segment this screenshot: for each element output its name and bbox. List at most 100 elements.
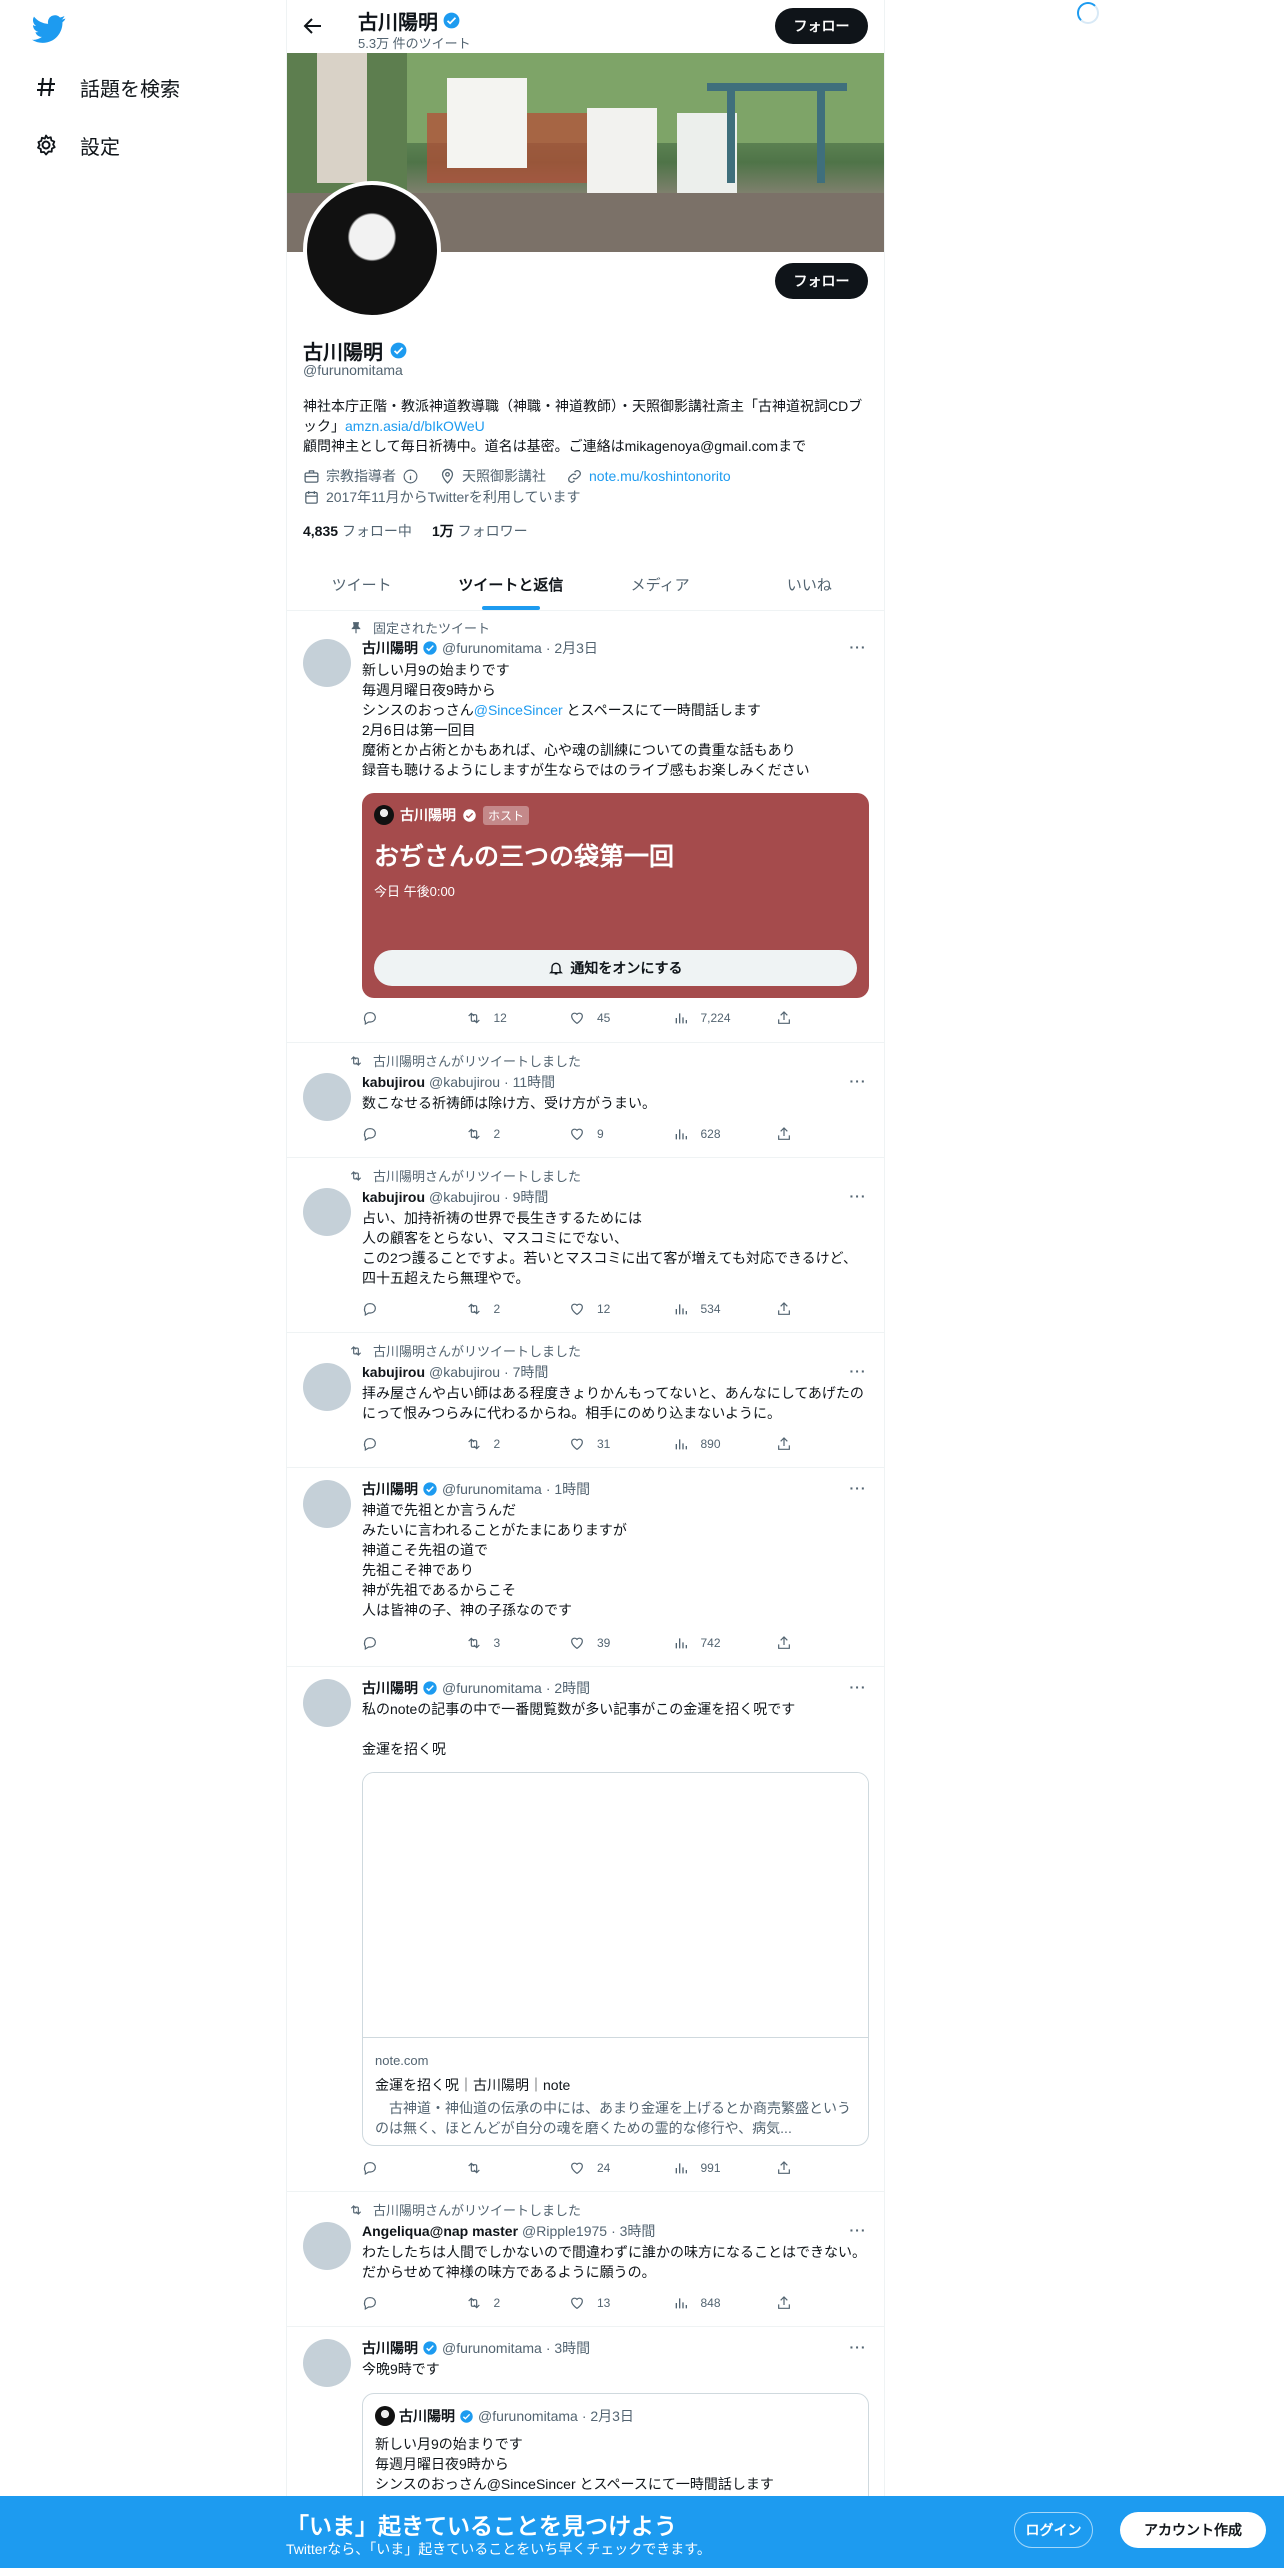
- tab-likes[interactable]: いいね: [735, 558, 884, 610]
- tab-tweets-replies[interactable]: ツイートと返信: [436, 558, 585, 610]
- views-action[interactable]: 991: [673, 2160, 733, 2176]
- more-icon[interactable]: ···: [848, 1189, 868, 1210]
- nav-explore[interactable]: 話題を検索: [34, 69, 180, 105]
- avatar[interactable]: [303, 1188, 351, 1236]
- author-handle[interactable]: @kabujirou: [429, 1364, 500, 1380]
- share-action[interactable]: [776, 1301, 792, 1317]
- retweet-action[interactable]: 3: [466, 1635, 526, 1651]
- retweet-icon: [467, 1303, 480, 1315]
- share-action[interactable]: [776, 1010, 792, 1026]
- tweet-time[interactable]: · 2月3日: [546, 638, 598, 658]
- nav-settings[interactable]: 設定: [34, 127, 120, 163]
- like-count: 24: [597, 2161, 611, 2175]
- avatar[interactable]: [303, 1480, 351, 1528]
- views-action[interactable]: 628: [673, 1126, 733, 1142]
- link-preview-card[interactable]: note.com 金運を招く呪｜古川陽明｜note 古神道・神仙道の伝承の中には…: [362, 1772, 869, 2146]
- space-card[interactable]: 古川陽明 ホスト おぢさんの三つの袋第一回 今日 午後0:00 通知をオンにする: [362, 793, 869, 998]
- signup-button[interactable]: アカウント作成: [1120, 2512, 1266, 2548]
- share-action[interactable]: [776, 1635, 792, 1651]
- tweet-time[interactable]: · 2時間: [546, 1678, 590, 1698]
- like-action[interactable]: 24: [569, 2160, 629, 2176]
- retweet-action[interactable]: 12: [466, 1010, 526, 1026]
- avatar[interactable]: [303, 639, 351, 687]
- bio-link[interactable]: amzn.asia/d/bIkOWeU: [345, 418, 485, 434]
- author-name[interactable]: 古川陽明: [362, 638, 418, 658]
- like-action[interactable]: 9: [569, 1126, 629, 1142]
- author-name[interactable]: kabujirou: [362, 1074, 425, 1090]
- reply-action[interactable]: [362, 1301, 422, 1317]
- author-handle[interactable]: @kabujirou: [429, 1189, 500, 1205]
- header-follow-button[interactable]: フォロー: [775, 8, 868, 44]
- followers-link[interactable]: 1万 フォロワー: [432, 521, 528, 541]
- author-handle[interactable]: @Ripple1975: [522, 2223, 607, 2239]
- tweet-time[interactable]: · 3時間: [546, 2338, 590, 2358]
- views-action[interactable]: 534: [673, 1301, 733, 1317]
- avatar[interactable]: [303, 1679, 351, 1727]
- author-handle[interactable]: @furunomitama: [442, 1481, 542, 1497]
- author-name[interactable]: Angeliqua@nap master: [362, 2223, 518, 2239]
- views-action[interactable]: 848: [673, 2295, 733, 2311]
- more-icon[interactable]: ···: [848, 1074, 868, 1095]
- following-link[interactable]: 4,835 フォロー中: [303, 521, 412, 541]
- retweet-action[interactable]: [466, 2160, 526, 2176]
- retweet-count: 2: [493, 2296, 501, 2310]
- author-name[interactable]: 古川陽明: [362, 2338, 418, 2358]
- share-action[interactable]: [776, 2295, 792, 2311]
- profile-website[interactable]: note.mu/koshintonorito: [589, 468, 731, 484]
- tweet-time[interactable]: · 11時間: [504, 1072, 555, 1092]
- profile-follow-button[interactable]: フォロー: [775, 263, 868, 299]
- tweet-time[interactable]: · 7時間: [504, 1362, 548, 1382]
- views-action[interactable]: 890: [673, 1436, 733, 1452]
- mention-link[interactable]: @SinceSincer: [474, 702, 563, 718]
- info-icon[interactable]: [402, 468, 419, 485]
- retweet-action[interactable]: 2: [466, 1126, 526, 1142]
- views-action[interactable]: 7,224: [673, 1010, 733, 1026]
- author-handle[interactable]: @furunomitama: [442, 1680, 542, 1696]
- twitter-logo-icon[interactable]: [32, 12, 66, 46]
- reply-action[interactable]: [362, 2295, 422, 2311]
- login-button[interactable]: ログイン: [1014, 2512, 1093, 2548]
- retweet-action[interactable]: 2: [466, 1301, 526, 1317]
- more-icon[interactable]: ···: [848, 1680, 868, 1701]
- tweet-time[interactable]: · 3時間: [611, 2221, 655, 2241]
- retweet-action[interactable]: 2: [466, 2295, 526, 2311]
- share-action[interactable]: [776, 1126, 792, 1142]
- share-action[interactable]: [776, 1436, 792, 1452]
- views-action[interactable]: 742: [673, 1635, 733, 1651]
- like-action[interactable]: 45: [569, 1010, 629, 1026]
- more-icon[interactable]: ···: [848, 2340, 868, 2361]
- reply-action[interactable]: [362, 2160, 422, 2176]
- like-action[interactable]: 12: [569, 1301, 629, 1317]
- more-icon[interactable]: ···: [848, 1481, 868, 1502]
- back-arrow-icon[interactable]: [301, 14, 325, 38]
- author-handle[interactable]: @kabujirou: [429, 1074, 500, 1090]
- author-handle[interactable]: @furunomitama: [442, 2340, 542, 2356]
- retweet-action[interactable]: 2: [466, 1436, 526, 1452]
- avatar[interactable]: [303, 1363, 351, 1411]
- tab-tweets[interactable]: ツイート: [287, 558, 436, 610]
- profile-avatar[interactable]: [303, 181, 441, 319]
- reply-action[interactable]: [362, 1010, 422, 1026]
- more-icon[interactable]: ···: [848, 640, 868, 661]
- avatar[interactable]: [303, 2339, 351, 2387]
- share-action[interactable]: [776, 2160, 792, 2176]
- like-action[interactable]: 39: [569, 1635, 629, 1651]
- more-icon[interactable]: ···: [848, 1364, 868, 1385]
- reply-action[interactable]: [362, 1436, 422, 1452]
- reply-action[interactable]: [362, 1126, 422, 1142]
- avatar[interactable]: [303, 1073, 351, 1121]
- author-name[interactable]: kabujirou: [362, 1364, 425, 1380]
- like-action[interactable]: 13: [569, 2295, 629, 2311]
- author-name[interactable]: kabujirou: [362, 1189, 425, 1205]
- reply-action[interactable]: [362, 1635, 422, 1651]
- avatar[interactable]: [303, 2222, 351, 2270]
- author-name[interactable]: 古川陽明: [362, 1479, 418, 1499]
- tweet-time[interactable]: · 1時間: [546, 1479, 590, 1499]
- author-handle[interactable]: @furunomitama: [442, 640, 542, 656]
- more-icon[interactable]: ···: [848, 2223, 868, 2244]
- tweet-time[interactable]: · 9時間: [504, 1187, 548, 1207]
- tab-media[interactable]: メディア: [586, 558, 735, 610]
- notify-button[interactable]: 通知をオンにする: [374, 950, 857, 986]
- author-name[interactable]: 古川陽明: [362, 1678, 418, 1698]
- like-action[interactable]: 31: [569, 1436, 629, 1452]
